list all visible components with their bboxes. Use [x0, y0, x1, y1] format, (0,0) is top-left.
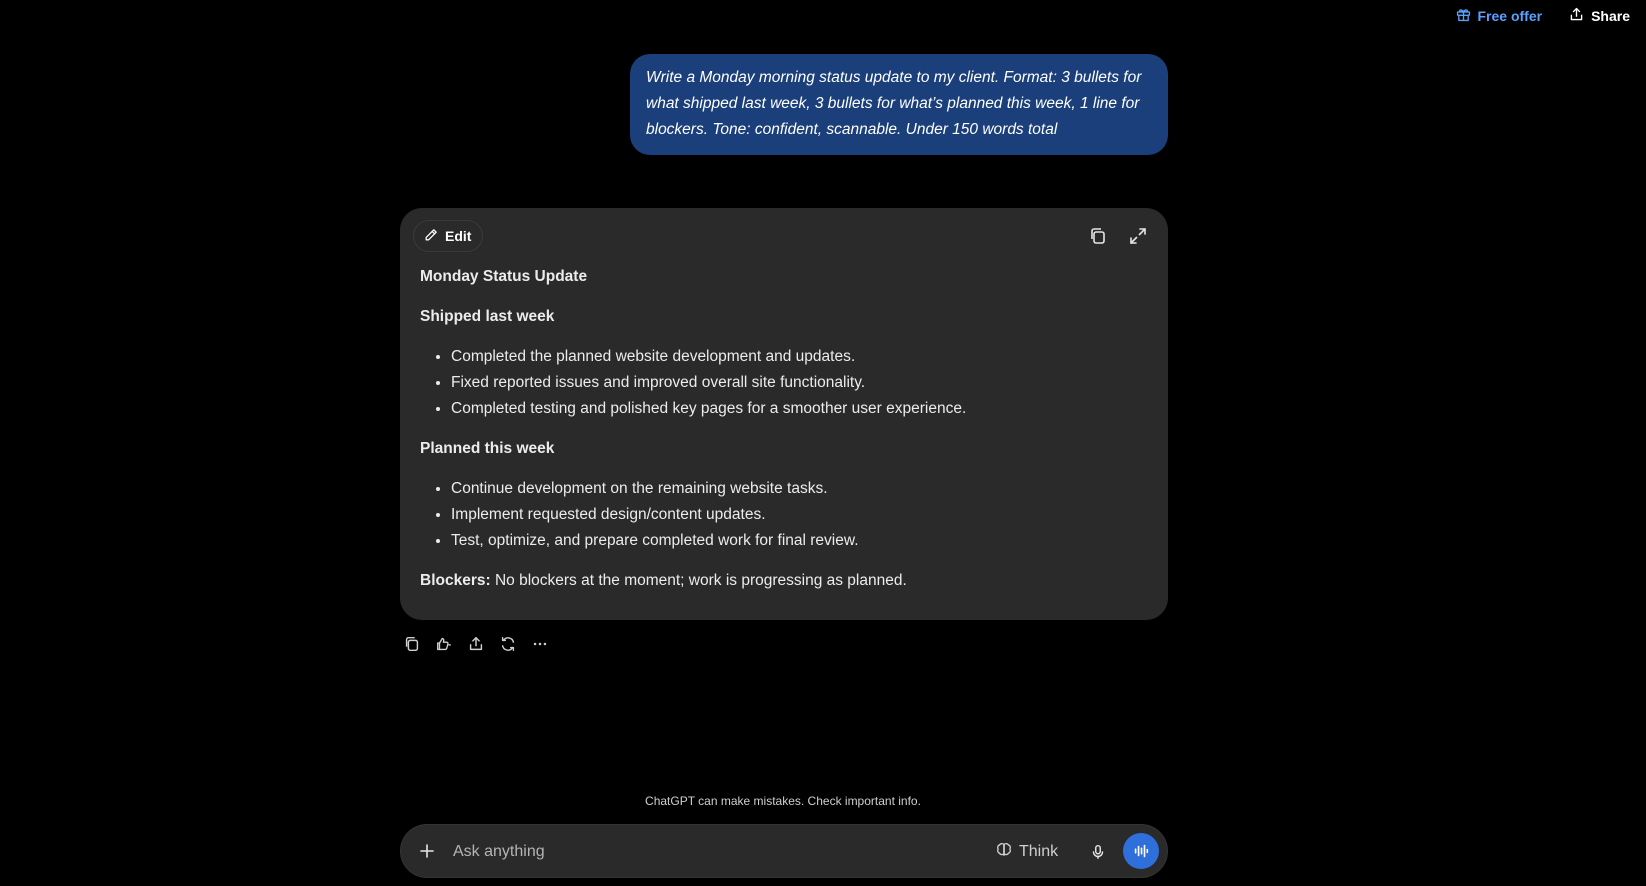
share-icon[interactable] — [464, 632, 488, 656]
microphone-icon — [1092, 844, 1104, 860]
planned-heading: Planned this week — [420, 440, 555, 457]
blockers-line: Blockers: No blockers at the moment; wor… — [420, 568, 1148, 594]
edit-button[interactable]: Edit — [413, 220, 484, 252]
regenerate-icon[interactable] — [496, 632, 520, 656]
blockers-text: No blockers at the moment; work is progr… — [490, 572, 907, 589]
blockers-label: Blockers: — [420, 572, 491, 589]
list-item: Completed testing and polished key pages… — [451, 396, 1148, 422]
brain-icon — [995, 841, 1013, 864]
expand-icon[interactable] — [1126, 224, 1150, 248]
list-item: Test, optimize, and prepare completed wo… — [451, 528, 1148, 554]
list-item: Continue development on the remaining we… — [451, 476, 1148, 502]
list-item: Implement requested design/content updat… — [451, 502, 1148, 528]
edit-label: Edit — [445, 228, 472, 244]
shipped-heading: Shipped last week — [420, 308, 555, 325]
user-message-bubble: Write a Monday morning status update to … — [630, 54, 1168, 155]
add-attachment-button[interactable] — [414, 838, 440, 864]
document-content: Monday Status Update Shipped last week C… — [420, 264, 1148, 594]
document-title: Monday Status Update — [420, 268, 588, 285]
more-icon[interactable] — [528, 632, 552, 656]
disclaimer-text: ChatGPT can make mistakes. Check importa… — [645, 794, 921, 808]
message-input[interactable] — [451, 837, 935, 867]
dictate-button[interactable] — [1085, 839, 1111, 865]
shipped-list: Completed the planned website developmen… — [420, 344, 1148, 422]
list-item: Completed the planned website developmen… — [451, 344, 1148, 370]
plus-icon — [420, 844, 434, 858]
share-icon — [1568, 6, 1585, 26]
planned-list: Continue development on the remaining we… — [420, 476, 1148, 554]
chat-page: Free offer Share Write a Monday morning … — [0, 0, 1646, 886]
copy-icon[interactable] — [1086, 224, 1110, 248]
canvas-card: Edit Monday Status Update Shipped last w… — [400, 208, 1168, 620]
composer: Think — [400, 824, 1168, 878]
message-actions — [400, 632, 552, 656]
gift-icon — [1455, 6, 1472, 26]
free-offer-label: Free offer — [1477, 8, 1543, 24]
thumbs-icon[interactable] — [432, 632, 456, 656]
think-label: Think — [1019, 843, 1059, 860]
waveform-icon — [1134, 844, 1149, 858]
top-bar: Free offer Share — [1451, 4, 1635, 28]
list-item: Fixed reported issues and improved overa… — [451, 370, 1148, 396]
share-button[interactable]: Share — [1564, 4, 1634, 28]
think-button[interactable]: Think — [995, 839, 1058, 865]
share-label: Share — [1591, 8, 1630, 24]
voice-mode-button[interactable] — [1123, 833, 1159, 869]
free-offer-button[interactable]: Free offer — [1451, 4, 1547, 28]
pencil-icon — [423, 227, 439, 246]
copy-icon[interactable] — [400, 632, 424, 656]
